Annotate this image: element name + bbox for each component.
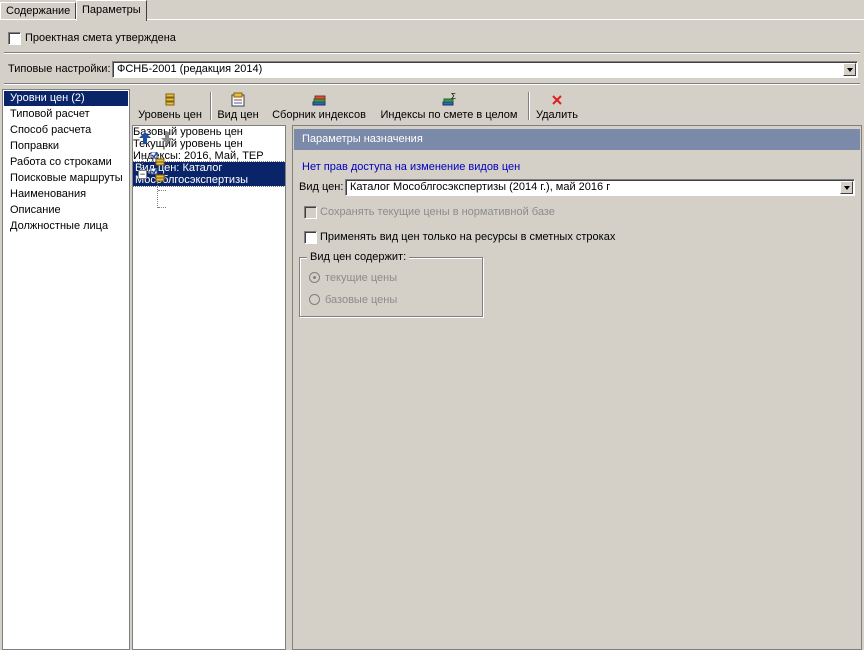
tree-line bbox=[158, 190, 166, 192]
tree-node-base-level[interactable]: Базовый уровень цен bbox=[133, 126, 285, 138]
category-calc-method[interactable]: Способ расчета bbox=[4, 123, 128, 138]
price-type-label: Вид цен: bbox=[299, 181, 344, 193]
category-names[interactable]: Наименования bbox=[4, 187, 128, 202]
radio-current-prices-label: текущие цены bbox=[325, 272, 398, 284]
add-price-level-button[interactable]: Уровень цен bbox=[134, 90, 206, 122]
index-collection-button[interactable]: Сборник индексов bbox=[270, 90, 368, 122]
svg-text:Σ: Σ bbox=[451, 92, 456, 101]
splitter[interactable] bbox=[287, 125, 290, 650]
price-type-icon bbox=[231, 92, 245, 107]
radio-current-prices[interactable] bbox=[309, 272, 320, 283]
add-price-type-label: Вид цен bbox=[217, 109, 259, 121]
indexes-total-label: Индексы по смете в целом bbox=[380, 109, 518, 121]
delete-label: Удалить bbox=[536, 109, 578, 121]
no-access-message: Нет прав доступа на изменение видов цен bbox=[302, 161, 521, 173]
collapse-toggle[interactable]: − bbox=[138, 170, 147, 179]
toolbar: Уровень цен Вид цен Сборник индексов Σ И… bbox=[132, 90, 862, 122]
category-typical-calc[interactable]: Типовой расчет bbox=[4, 107, 128, 122]
divider bbox=[4, 52, 860, 54]
indexes-sum-icon: Σ bbox=[442, 92, 456, 106]
radio-base-prices[interactable] bbox=[309, 294, 320, 305]
price-contents-group bbox=[299, 257, 483, 317]
chevron-down-icon[interactable] bbox=[840, 181, 853, 194]
indexes-total-button[interactable]: Σ Индексы по смете в целом bbox=[376, 90, 522, 122]
tab-parameters[interactable]: Параметры bbox=[76, 0, 147, 21]
tree-line bbox=[158, 207, 166, 209]
tree-line bbox=[157, 182, 159, 208]
typical-settings-select[interactable]: ФСНБ-2001 (редакция 2014) bbox=[112, 61, 858, 78]
books-icon bbox=[312, 95, 326, 106]
save-prices-label: Сохранять текущие цены в нормативной баз… bbox=[320, 206, 555, 218]
coins-icon bbox=[165, 93, 175, 106]
typical-settings-label: Типовые настройки: bbox=[8, 63, 111, 75]
tab-strip: Содержание Параметры bbox=[0, 0, 864, 21]
add-price-type-button[interactable]: Вид цен bbox=[216, 90, 260, 122]
save-prices-checkbox[interactable] bbox=[304, 206, 317, 219]
tree-node-current-level[interactable]: Текущий уровень цен bbox=[133, 138, 285, 150]
settings-category-list: Уровни цен (2) Типовой расчет Способ рас… bbox=[2, 89, 130, 650]
panel-title: Параметры назначения bbox=[294, 129, 860, 150]
category-search-routes[interactable]: Поисковые маршруты bbox=[4, 171, 128, 186]
category-corrections[interactable]: Поправки bbox=[4, 139, 128, 154]
delete-x-icon bbox=[552, 95, 562, 105]
category-row-work[interactable]: Работа со строками bbox=[4, 155, 128, 170]
typical-settings-value: ФСНБ-2001 (редакция 2014) bbox=[117, 63, 263, 75]
radio-base-prices-label: базовые цены bbox=[325, 294, 398, 306]
price-type-select[interactable]: Каталог Мособлгосэкспертизы (2014 г.), м… bbox=[345, 179, 855, 196]
category-description[interactable]: Описание bbox=[4, 203, 128, 218]
chevron-down-icon[interactable] bbox=[843, 63, 856, 76]
tab-contents[interactable]: Содержание bbox=[0, 2, 77, 20]
divider bbox=[4, 83, 860, 85]
checked-level-icon bbox=[150, 152, 165, 166]
category-price-levels[interactable]: Уровни цен (2) bbox=[4, 91, 128, 106]
price-contents-group-title: Вид цен содержит: bbox=[307, 250, 410, 264]
assignment-panel: Параметры назначения Нет прав доступа на… bbox=[292, 125, 862, 650]
toolbar-separator bbox=[210, 92, 212, 120]
move-up-icon[interactable] bbox=[138, 131, 152, 145]
index-collection-label: Сборник индексов bbox=[272, 109, 366, 121]
category-officials[interactable]: Должностные лица bbox=[4, 219, 128, 234]
checked-level-icon bbox=[150, 168, 165, 182]
apply-only-label: Применять вид цен только на ресурсы в см… bbox=[320, 231, 616, 243]
add-price-level-label: Уровень цен bbox=[138, 109, 202, 121]
price-level-tree: − Базовый уровень цен Текущий уровень це… bbox=[132, 125, 286, 650]
approved-checkbox-label: Проектная смета утверждена bbox=[25, 32, 176, 44]
delete-button[interactable]: Удалить bbox=[532, 90, 582, 122]
approved-checkbox[interactable] bbox=[8, 32, 21, 45]
toolbar-separator bbox=[528, 92, 530, 120]
move-down-icon[interactable] bbox=[160, 131, 174, 145]
price-type-value: Каталог Мособлгосэкспертизы (2014 г.), м… bbox=[350, 181, 611, 193]
apply-only-checkbox[interactable] bbox=[304, 231, 317, 244]
